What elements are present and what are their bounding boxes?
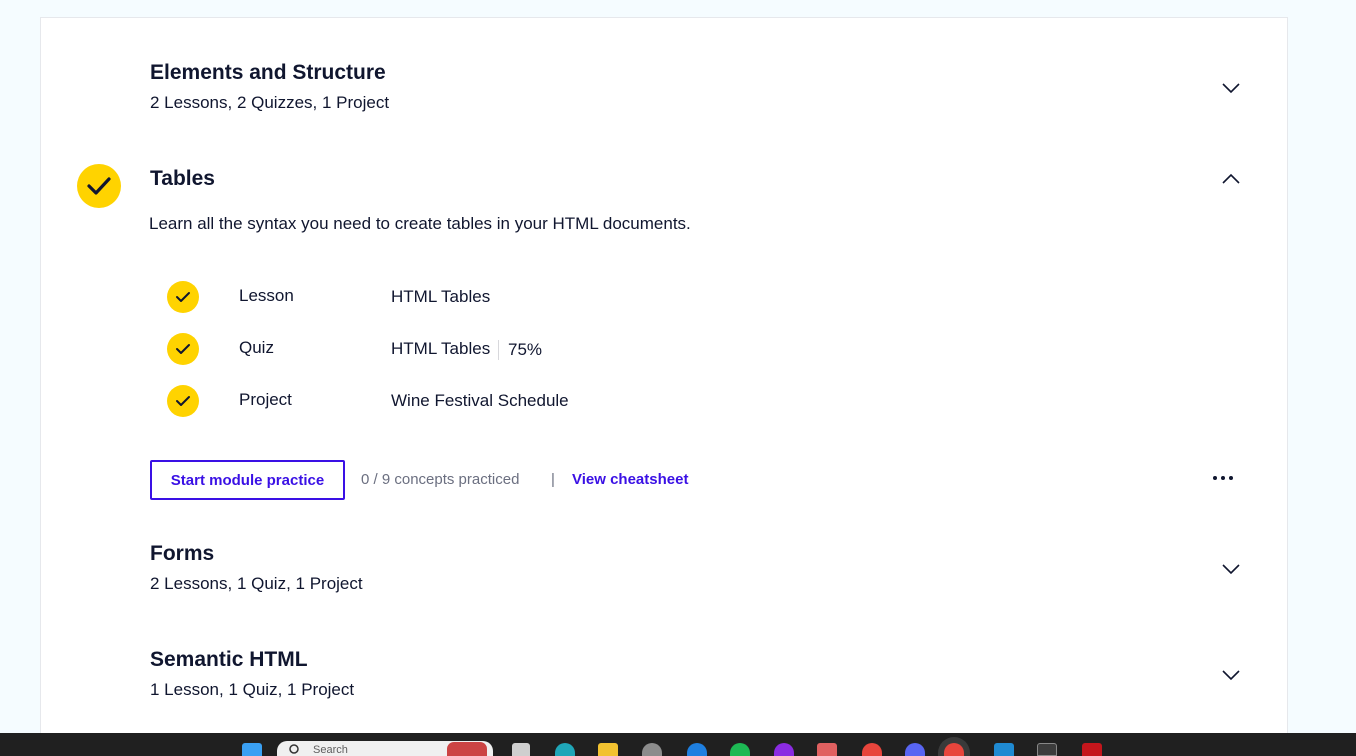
module-subtitle: 1 Lesson, 1 Quiz, 1 Project — [150, 680, 355, 699]
file-explorer-icon[interactable] — [598, 743, 618, 756]
app-icon[interactable] — [687, 743, 707, 756]
terminal-icon[interactable] — [1037, 743, 1057, 756]
syllabus-card: Elements and Structure 2 Lessons, 2 Quiz… — [40, 17, 1288, 756]
edge-icon[interactable] — [555, 743, 575, 756]
spotify-icon[interactable] — [730, 743, 750, 756]
search-highlight-icon — [447, 742, 487, 756]
chevron-down-icon[interactable] — [1221, 669, 1241, 681]
windows-taskbar: Search — [0, 733, 1356, 756]
taskbar-search-input[interactable]: Search — [277, 741, 493, 756]
app-icon[interactable] — [774, 743, 794, 756]
settings-icon[interactable] — [642, 743, 662, 756]
paint-icon[interactable] — [817, 743, 837, 756]
chrome-icon[interactable] — [862, 743, 882, 756]
module-title[interactable]: Semantic HTML — [150, 648, 308, 672]
windows-start-icon[interactable] — [242, 743, 262, 756]
search-placeholder: Search — [313, 744, 348, 756]
app-icon[interactable] — [1082, 743, 1102, 756]
vscode-icon[interactable] — [994, 743, 1014, 756]
discord-icon[interactable] — [905, 743, 925, 756]
chrome-profile-icon[interactable] — [944, 743, 964, 756]
module-semantic-html[interactable]: Semantic HTML 1 Lesson, 1 Quiz, 1 Projec… — [41, 18, 1287, 718]
search-icon — [289, 744, 299, 754]
task-view-icon[interactable] — [512, 743, 530, 756]
